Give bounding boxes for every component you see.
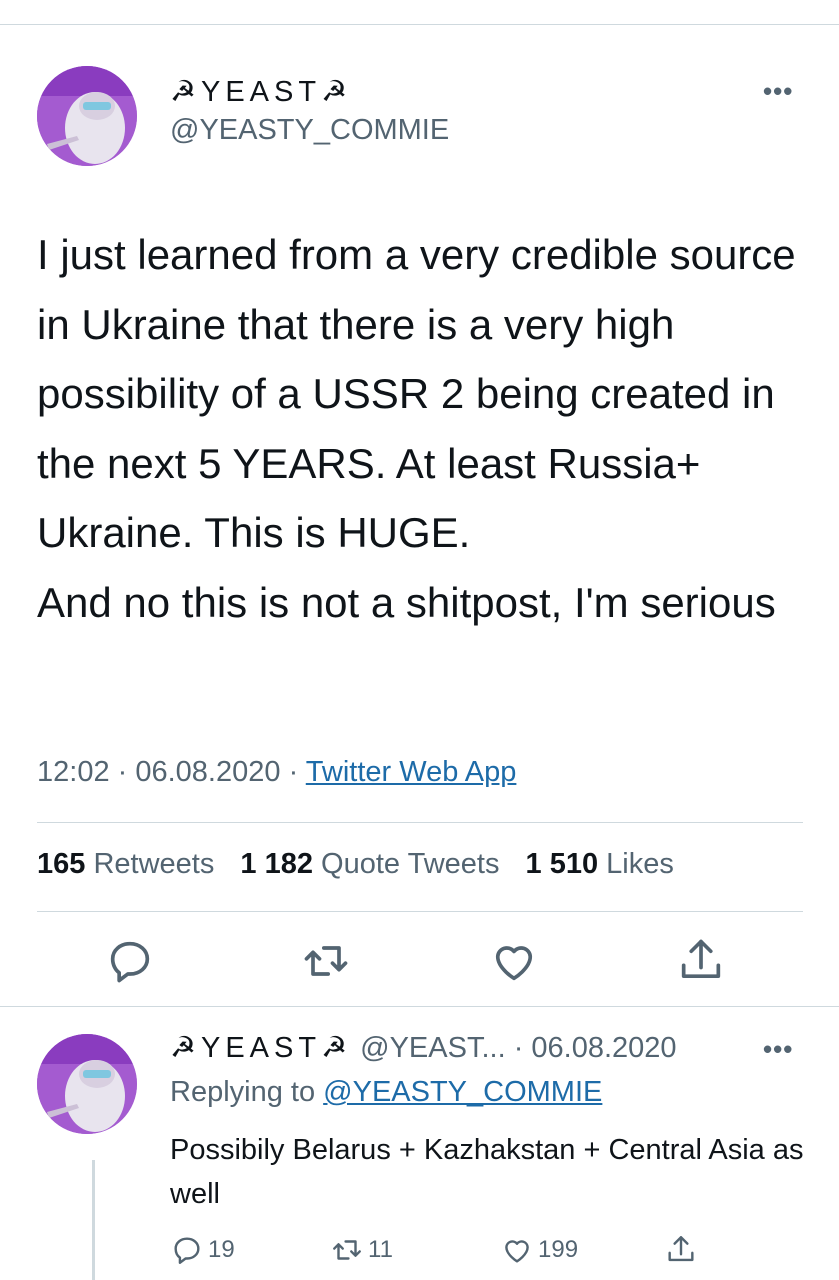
divider (0, 1006, 839, 1007)
reply-share-button[interactable] (664, 1232, 702, 1268)
divider (37, 911, 803, 912)
more-options-icon[interactable]: ••• (763, 76, 793, 107)
reply-reply-button[interactable]: 19 (170, 1232, 235, 1268)
tweet-time[interactable]: 12:02 (37, 756, 110, 788)
like-button[interactable] (488, 935, 540, 987)
reply-display-name[interactable]: ☭YEAST☭ (170, 1032, 352, 1064)
retweet-icon (304, 946, 348, 976)
top-divider (0, 24, 839, 25)
like-icon (495, 946, 533, 981)
meta-separator: · (280, 756, 306, 788)
avatar[interactable] (37, 66, 137, 166)
retweet-icon (333, 1240, 361, 1260)
tweet-date[interactable]: 06.08.2020 (135, 756, 280, 788)
reply-icon (110, 941, 150, 983)
thread-line (92, 1160, 95, 1280)
tweet-stats: 165 Retweets 1 182 Quote Tweets 1 510 Li… (37, 848, 692, 881)
like-count: 199 (538, 1236, 579, 1263)
reply-button[interactable] (104, 935, 156, 987)
reply-handle-date[interactable]: @YEAST... · 06.08.2020 (352, 1032, 676, 1064)
replying-to-link[interactable]: @YEASTY_COMMIE (323, 1076, 602, 1108)
replying-prefix: Replying to (170, 1076, 324, 1108)
quote-tweets-stat[interactable]: 1 182 Quote Tweets (240, 848, 499, 880)
tweet-source-link[interactable]: Twitter Web App (306, 756, 517, 788)
like-icon (505, 1240, 529, 1263)
share-button[interactable] (675, 935, 727, 987)
share-icon (668, 1236, 694, 1262)
replying-to: Replying to @YEASTY_COMMIE (170, 1076, 602, 1109)
reply-more-options-icon[interactable]: ••• (763, 1034, 793, 1065)
tweet-meta: 12:02 · 06.08.2020 · Twitter Web App (37, 756, 516, 789)
share-icon (681, 939, 721, 979)
reply-like-button[interactable]: 199 (500, 1232, 578, 1268)
meta-separator: · (109, 756, 136, 788)
retweets-stat[interactable]: 165 Retweets (37, 848, 214, 880)
reply-avatar[interactable] (37, 1034, 137, 1134)
likes-stat[interactable]: 1 510 Likes (526, 848, 674, 880)
reply-count: 19 (208, 1236, 235, 1263)
reply-icon (174, 1237, 200, 1264)
reply-header: ☭YEAST☭ @YEAST... · 06.08.2020 (170, 1030, 677, 1065)
divider (37, 822, 803, 823)
reply-retweet-button[interactable]: 11 (330, 1232, 393, 1268)
avatar-image-icon (37, 1034, 137, 1134)
display-name[interactable]: ☭YEAST☭ (170, 74, 352, 109)
user-handle[interactable]: @YEASTY_COMMIE (170, 114, 449, 147)
retweet-button[interactable] (300, 935, 352, 987)
retweet-count: 11 (368, 1236, 393, 1263)
avatar-image-icon (37, 66, 137, 166)
tweet-text: I just learned from a very credible sour… (37, 231, 796, 626)
reply-text: Possibily Belarus + Kazhakstan + Central… (170, 1134, 804, 1210)
